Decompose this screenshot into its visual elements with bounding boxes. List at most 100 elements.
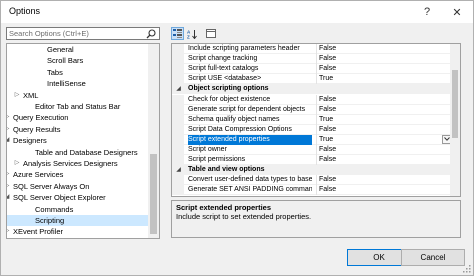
property-value[interactable]: False bbox=[316, 124, 450, 135]
collapse-arrow-icon[interactable]: ◢ bbox=[7, 135, 11, 146]
grid-property-row[interactable]: Check for object existence False bbox=[172, 94, 450, 105]
grid-gutter bbox=[172, 145, 184, 155]
expand-arrow-icon[interactable]: ▷ bbox=[7, 181, 11, 192]
grid-property-row[interactable]: Script permissions False bbox=[172, 155, 450, 166]
categorized-button[interactable] bbox=[171, 27, 184, 40]
property-value[interactable]: False bbox=[316, 155, 450, 166]
property-value[interactable]: True bbox=[316, 114, 450, 125]
property-value[interactable]: False bbox=[316, 175, 450, 186]
grid-property-row[interactable]: Include scripting parameters header False bbox=[172, 44, 450, 54]
property-value[interactable]: True bbox=[316, 74, 450, 85]
property-value-text: False bbox=[319, 45, 337, 52]
grid-category[interactable]: ◢ Object scripting options bbox=[172, 84, 450, 95]
close-button[interactable]: ✕ bbox=[443, 1, 471, 23]
tree-item-xevent-profiler[interactable]: ▷XEvent Profiler bbox=[7, 226, 148, 237]
property-name[interactable]: Script Data Compression Options bbox=[188, 125, 312, 135]
alphabetical-button[interactable]: A Z bbox=[185, 27, 198, 40]
collapse-arrow-icon[interactable]: ◢ bbox=[174, 84, 183, 94]
property-name[interactable]: Script change tracking bbox=[188, 54, 312, 64]
property-value[interactable]: False bbox=[316, 54, 450, 65]
grid-property-row[interactable]: Script extended properties True bbox=[172, 134, 452, 145]
property-name[interactable]: Check for object existence bbox=[188, 95, 312, 105]
collapse-arrow-icon[interactable]: ◢ bbox=[174, 165, 183, 175]
tree-item-query-execution[interactable]: ▷Query Execution bbox=[7, 112, 148, 123]
property-value[interactable]: False bbox=[316, 64, 450, 75]
tree-item-xml[interactable]: ▷ XML bbox=[7, 90, 148, 101]
property-value[interactable]: False bbox=[316, 185, 450, 196]
tree-item-tabs[interactable]: Tabs bbox=[7, 67, 148, 78]
tree-item-sql-server-object-explorer[interactable]: ◢SQL Server Object Explorer bbox=[7, 192, 148, 203]
grid-gutter bbox=[172, 104, 184, 115]
property-name[interactable]: Script full-text catalogs bbox=[188, 64, 312, 74]
grid-scrollbar-thumb[interactable] bbox=[452, 70, 458, 138]
grid-gutter bbox=[172, 185, 184, 196]
grid-scrollbar[interactable] bbox=[450, 44, 460, 196]
grid-property-row[interactable]: Script change tracking False bbox=[172, 54, 450, 65]
grid-property-row[interactable]: Generate SET ANSI PADDING commands False bbox=[172, 185, 450, 196]
property-name[interactable]: Convert user-defined data types to base bbox=[188, 175, 312, 185]
grid-property-row[interactable]: Generate script for dependent objects Fal… bbox=[172, 104, 450, 115]
search-box bbox=[6, 27, 160, 40]
grid-property-row[interactable]: Schema qualify object names True bbox=[172, 114, 450, 125]
property-name[interactable]: Include scripting parameters header bbox=[188, 44, 312, 54]
expand-arrow-icon[interactable]: ▷ bbox=[7, 124, 11, 135]
expand-arrow-icon[interactable]: ▷ bbox=[7, 112, 11, 123]
property-value[interactable]: False bbox=[316, 44, 450, 54]
expand-arrow-icon[interactable]: ▷ bbox=[7, 226, 11, 237]
property-value-text: False bbox=[319, 156, 337, 164]
resize-grip-icon[interactable] bbox=[463, 265, 471, 273]
search-input[interactable] bbox=[9, 28, 141, 39]
property-value[interactable]: False bbox=[316, 104, 450, 115]
search-icon[interactable] bbox=[146, 29, 156, 39]
grid-property-row[interactable]: Convert user-defined data types to base F… bbox=[172, 175, 450, 186]
property-name[interactable]: Schema qualify object names bbox=[188, 115, 312, 125]
property-name[interactable]: Script extended properties bbox=[188, 134, 312, 145]
tree-item-scroll-bars[interactable]: Scroll Bars bbox=[7, 55, 148, 66]
tree-scrollbar-thumb[interactable] bbox=[150, 154, 157, 234]
expand-arrow-icon[interactable]: ▷ bbox=[13, 158, 21, 169]
property-name[interactable]: Script USE <database> bbox=[188, 74, 312, 84]
grid-gutter bbox=[172, 114, 184, 125]
grid-gutter bbox=[172, 155, 184, 166]
tree-item-intellisense[interactable]: IntelliSense bbox=[7, 78, 148, 89]
tree-scrollbar[interactable] bbox=[148, 44, 159, 238]
grid-property-row[interactable]: Script full-text catalogs False bbox=[172, 64, 450, 75]
grid-gutter bbox=[172, 74, 184, 85]
property-value-text: False bbox=[319, 55, 337, 63]
tree-item-table-and-database-designers[interactable]: Table and Database Designers bbox=[7, 147, 148, 158]
tree-item-sql-server-always-on[interactable]: ▷SQL Server Always On bbox=[7, 181, 148, 192]
tree-item-analysis-services-designers[interactable]: ▷ Analysis Services Designers bbox=[7, 158, 148, 169]
tree-item-label: Scripting bbox=[35, 216, 65, 225]
property-name[interactable]: Generate script for dependent objects bbox=[188, 105, 312, 115]
property-name[interactable]: Script owner bbox=[188, 145, 312, 155]
property-value-text: False bbox=[319, 146, 337, 153]
help-button[interactable]: ? bbox=[413, 1, 441, 23]
grid-category[interactable]: ◢ Table and view options bbox=[172, 165, 450, 176]
grid-property-row[interactable]: Script owner False bbox=[172, 145, 450, 155]
tree-item-scripting[interactable]: Scripting bbox=[7, 215, 148, 226]
grid-property-row[interactable]: Script USE <database> True bbox=[172, 74, 450, 85]
description-title: Script extended properties bbox=[176, 203, 272, 212]
property-value[interactable]: True bbox=[316, 134, 452, 145]
tree-item-label: Tabs bbox=[47, 67, 63, 77]
property-pages-button[interactable] bbox=[204, 27, 217, 40]
tree-item-query-results[interactable]: ▷Query Results bbox=[7, 124, 148, 135]
expand-arrow-icon[interactable]: ▷ bbox=[7, 169, 11, 180]
tree-item-commands[interactable]: Commands bbox=[7, 204, 148, 215]
property-grid: Include scripting parameters header False… bbox=[171, 43, 461, 197]
property-value-text: True bbox=[319, 135, 334, 143]
tree-item-editor-tab-and-status-bar[interactable]: Editor Tab and Status Bar bbox=[7, 101, 148, 112]
tree-item-general[interactable]: General bbox=[7, 44, 148, 55]
expand-arrow-icon[interactable]: ▷ bbox=[13, 90, 21, 101]
collapse-arrow-icon[interactable]: ◢ bbox=[7, 192, 11, 203]
property-value[interactable]: False bbox=[316, 145, 450, 155]
property-value-text: False bbox=[319, 65, 337, 73]
cancel-button[interactable]: Cancel bbox=[401, 249, 465, 266]
tree-item-azure-services[interactable]: ▷Azure Services bbox=[7, 169, 148, 180]
grid-property-row[interactable]: Script Data Compression Options False bbox=[172, 124, 450, 135]
property-name[interactable]: Generate SET ANSI PADDING commands bbox=[188, 185, 312, 195]
tree-item-designers[interactable]: ◢Designers bbox=[7, 135, 148, 146]
tree-item-label: General bbox=[47, 45, 74, 54]
property-name[interactable]: Script permissions bbox=[188, 155, 312, 165]
property-value[interactable]: False bbox=[316, 94, 450, 105]
